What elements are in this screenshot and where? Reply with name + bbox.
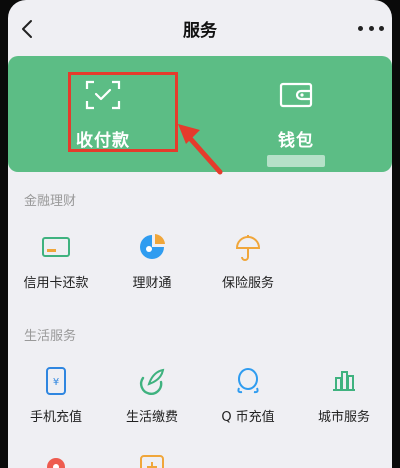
- wallet-icon: [279, 82, 313, 108]
- wealth-icon: [140, 234, 165, 259]
- back-button[interactable]: [16, 18, 38, 40]
- wallet-balance-blurred: [267, 155, 325, 167]
- utility-payment-item[interactable]: 生活缴费: [104, 364, 200, 425]
- payment-card: 收付款 钱包: [8, 56, 392, 172]
- pay-receive-label: 收付款: [76, 131, 130, 151]
- section-title-finance: 金融理财: [24, 194, 77, 209]
- nav-bar: 服务: [8, 0, 392, 56]
- wallet-label: 钱包: [278, 131, 314, 151]
- wealth-item[interactable]: 理财通: [104, 230, 200, 291]
- partial-item[interactable]: [8, 450, 104, 468]
- pay-receive-button[interactable]: 收付款: [18, 56, 188, 172]
- credit-card-repay-item[interactable]: 信用卡还款: [8, 230, 104, 291]
- q-coin-topup-item[interactable]: Q 币充值: [200, 364, 296, 425]
- flower-icon: [47, 458, 65, 468]
- section-title-life: 生活服务: [24, 329, 77, 344]
- partial-item[interactable]: [104, 450, 200, 468]
- chevron-left-icon: [22, 20, 32, 38]
- city-service-icon: [333, 371, 355, 391]
- services-screen: 服务 收付款 钱包 金融理财 信用卡还款 理财通 保险服务 生活服务 ¥ 手机充…: [8, 0, 392, 468]
- insurance-item[interactable]: 保险服务: [200, 230, 296, 291]
- svg-text:¥: ¥: [53, 377, 59, 388]
- more-button[interactable]: [358, 22, 384, 34]
- dot-icon: [358, 25, 363, 31]
- finance-grid: 信用卡还款 理财通 保险服务: [8, 230, 392, 291]
- page-title: 服务: [183, 20, 217, 41]
- plus-box-icon: [140, 455, 164, 468]
- partial-grid-row: [8, 450, 392, 468]
- q-coin-icon: [237, 368, 259, 394]
- utility-payment-icon: [140, 368, 165, 395]
- insurance-icon: [235, 235, 261, 261]
- dot-icon: [368, 25, 374, 31]
- wallet-button[interactable]: 钱包: [200, 56, 392, 172]
- scan-check-icon: [85, 80, 121, 110]
- dot-icon: [379, 25, 384, 31]
- life-grid: ¥ 手机充值 生活缴费 Q 币充值 城市服务: [8, 364, 392, 425]
- mobile-topup-item[interactable]: ¥ 手机充值: [8, 364, 104, 425]
- mobile-topup-icon: ¥: [46, 367, 66, 395]
- credit-card-icon: [42, 237, 70, 257]
- city-service-item[interactable]: 城市服务: [296, 364, 392, 425]
